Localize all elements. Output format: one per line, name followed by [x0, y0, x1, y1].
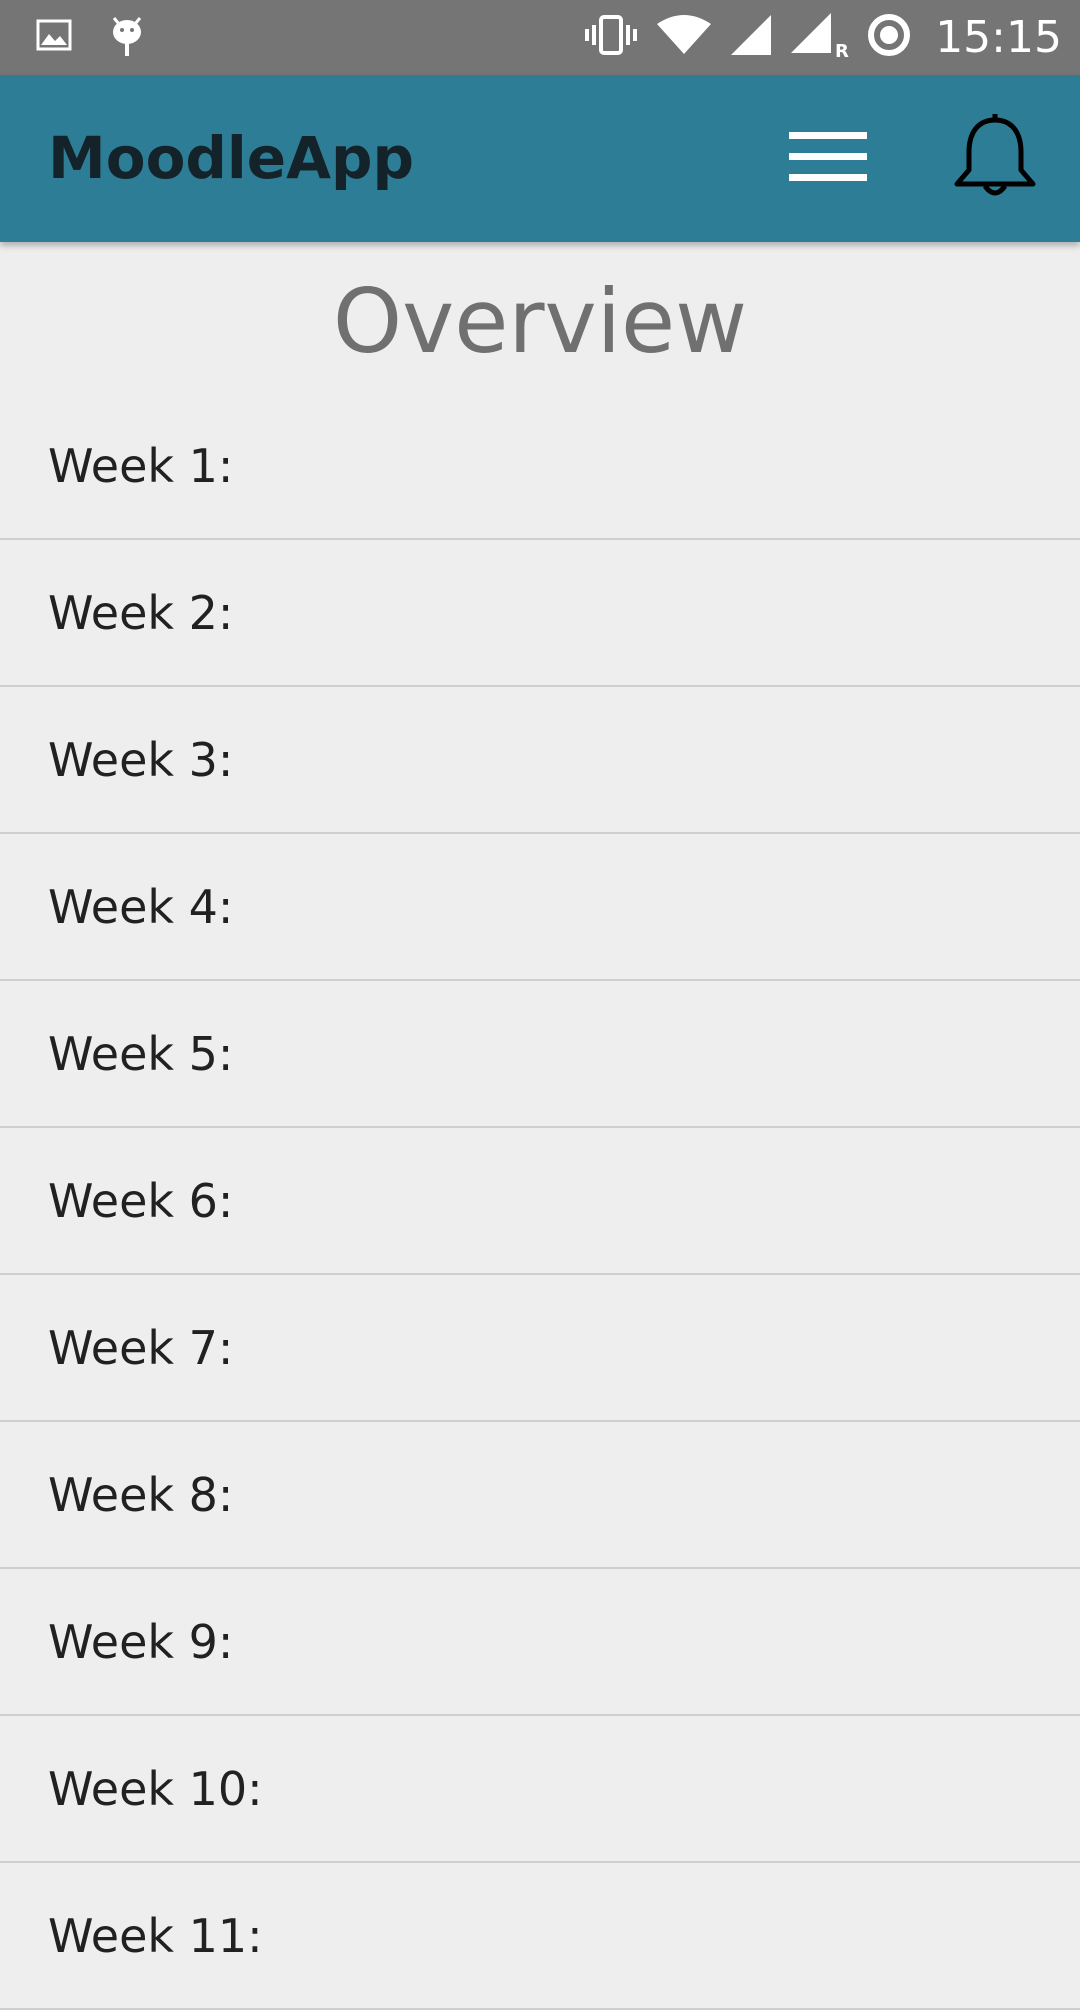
week-label: Week 2:: [48, 585, 234, 640]
week-list-item[interactable]: Week 1:: [0, 393, 1080, 540]
signal-roaming-icon: R: [789, 11, 849, 64]
status-bar-right: R 15:15: [583, 0, 1062, 75]
week-list-item[interactable]: Week 11:: [0, 1863, 1080, 2010]
week-label: Week 5:: [48, 1026, 234, 1081]
week-list-item[interactable]: Week 5:: [0, 981, 1080, 1128]
bell-icon: [953, 113, 1037, 205]
week-label: Week 4:: [48, 879, 234, 934]
week-list-item[interactable]: Week 6:: [0, 1128, 1080, 1275]
week-label: Week 3:: [48, 732, 234, 787]
android-debug-icon: [110, 12, 144, 63]
roaming-label: R: [835, 41, 849, 59]
week-label: Week 11:: [48, 1908, 263, 1963]
week-list-item[interactable]: Week 7:: [0, 1275, 1080, 1422]
status-bar-left: [36, 0, 144, 75]
week-label: Week 6:: [48, 1173, 234, 1228]
week-label: Week 8:: [48, 1467, 234, 1522]
week-list-item[interactable]: Week 2:: [0, 540, 1080, 687]
status-bar: R 15:15: [0, 0, 1080, 75]
signal-icon: [729, 13, 773, 62]
page-title: Overview: [332, 270, 748, 373]
week-list-item[interactable]: Week 10:: [0, 1716, 1080, 1863]
week-list-item[interactable]: Week 4:: [0, 834, 1080, 981]
menu-button[interactable]: [770, 119, 886, 199]
app-bar: MoodleApp: [0, 75, 1080, 242]
notifications-button[interactable]: [940, 109, 1050, 209]
week-list-item[interactable]: Week 9:: [0, 1569, 1080, 1716]
week-label: Week 7:: [48, 1320, 234, 1375]
wifi-icon: [655, 14, 713, 61]
vibrate-icon: [583, 13, 639, 62]
hamburger-menu-icon: [789, 130, 867, 189]
image-icon: [36, 19, 72, 56]
status-time: 15:15: [935, 12, 1062, 63]
week-list-item[interactable]: Week 3:: [0, 687, 1080, 834]
week-label: Week 1:: [48, 438, 234, 493]
week-list: Week 1: Week 2: Week 3: Week 4: Week 5: …: [0, 393, 1080, 2010]
week-label: Week 9:: [48, 1614, 234, 1669]
week-list-item[interactable]: Week 8:: [0, 1422, 1080, 1569]
week-label: Week 10:: [48, 1761, 263, 1816]
app-title: MoodleApp: [48, 124, 415, 192]
sync-icon: [865, 11, 913, 64]
